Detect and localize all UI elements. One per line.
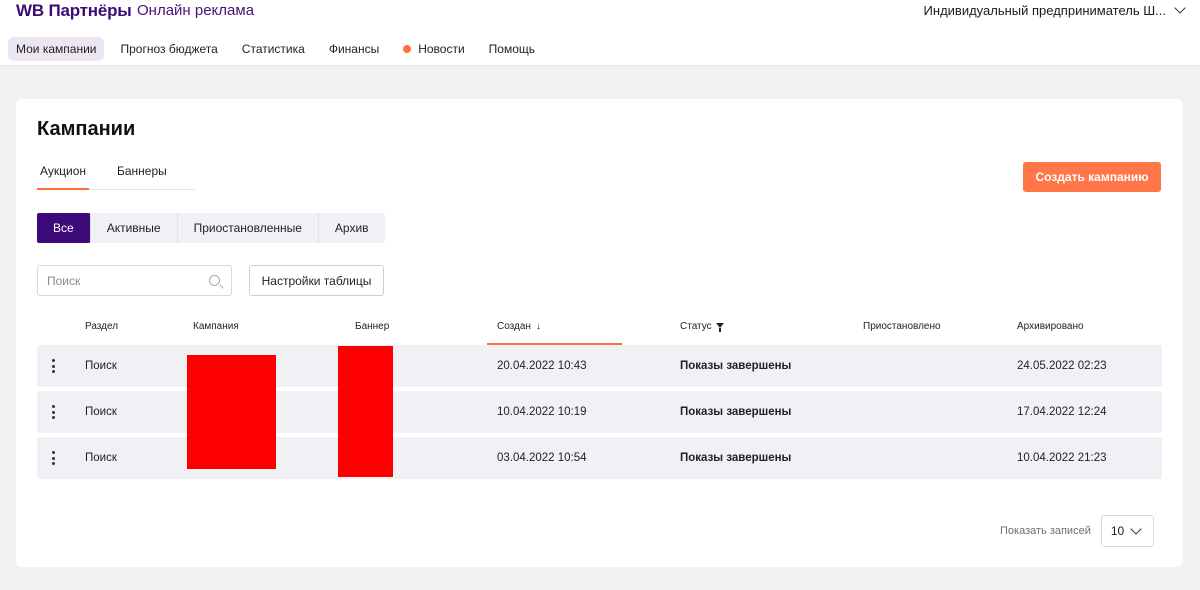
cell-status: Показы завершены	[680, 406, 792, 418]
chevron-down-icon	[1130, 523, 1142, 535]
filter-archive[interactable]: Архив	[319, 213, 385, 243]
nav-item-statistics[interactable]: Статистика	[234, 37, 313, 61]
cell-archived: 10.04.2022 21:23	[1017, 452, 1107, 464]
account-name: Индивидуальный предприниматель Ш...	[923, 3, 1166, 18]
product-name[interactable]: Онлайн реклама	[137, 2, 254, 19]
nav-item-help[interactable]: Помощь	[481, 37, 543, 61]
filter-paused[interactable]: Приостановленные	[178, 213, 319, 243]
cell-status: Показы завершены	[680, 452, 792, 464]
cell-section: Поиск	[85, 452, 117, 464]
search-box	[37, 265, 232, 296]
cell-section: Поиск	[85, 360, 117, 372]
top-bar: WB Партнёры Онлайн реклама Индивидуальны…	[0, 0, 1200, 66]
page-size-label: Показать записей	[1000, 525, 1091, 537]
column-header-paused[interactable]: Приостановлено	[863, 315, 941, 345]
redacted-banner-images	[338, 346, 393, 477]
chevron-down-icon	[1174, 2, 1186, 14]
column-header-section[interactable]: Раздел	[85, 315, 118, 345]
cell-archived: 17.04.2022 12:24	[1017, 406, 1107, 418]
nav-item-campaigns[interactable]: Мои кампании	[8, 37, 105, 61]
column-header-archived[interactable]: Архивировано	[1017, 315, 1084, 345]
campaign-type-tabs: Аукцион Баннеры	[37, 162, 195, 190]
pagination: Показать записей 10	[1000, 515, 1154, 547]
nav-item-finance[interactable]: Финансы	[321, 37, 387, 61]
column-header-created[interactable]: Создан ↓	[487, 315, 622, 345]
account-menu[interactable]: Индивидуальный предприниматель Ш...	[923, 2, 1186, 18]
page-title: Кампании	[37, 118, 136, 140]
main-nav: Мои кампании Прогноз бюджета Статистика …	[8, 36, 551, 62]
nav-item-news-label: Новости	[418, 42, 465, 56]
filter-active[interactable]: Активные	[91, 213, 178, 243]
nav-item-news[interactable]: Новости	[395, 37, 472, 61]
tab-banners[interactable]: Баннеры	[114, 162, 170, 190]
search-input[interactable]	[38, 266, 198, 295]
column-header-banner[interactable]: Баннер	[355, 315, 389, 345]
create-campaign-button[interactable]: Создать кампанию	[1023, 162, 1161, 192]
sort-down-icon: ↓	[535, 321, 541, 332]
table-settings-button[interactable]: Настройки таблицы	[249, 265, 384, 296]
cell-section: Поиск	[85, 406, 117, 418]
status-filter: Все Активные Приостановленные Архив	[37, 213, 385, 243]
column-header-campaign[interactable]: Кампания	[193, 315, 239, 345]
cell-created: 20.04.2022 10:43	[497, 360, 587, 372]
column-header-status[interactable]: Статус	[680, 315, 724, 345]
cell-status: Показы завершены	[680, 360, 792, 372]
page-size-value: 10	[1110, 524, 1125, 538]
brand-logo[interactable]: WB Партнёры	[16, 1, 132, 21]
column-header-status-label: Статус	[680, 321, 712, 332]
campaigns-card: Кампании Аукцион Баннеры Создать кампани…	[16, 99, 1183, 567]
search-icon[interactable]	[209, 275, 220, 286]
redacted-campaign-names	[187, 355, 276, 469]
cell-created: 03.04.2022 10:54	[497, 452, 587, 464]
filter-funnel-icon[interactable]	[715, 323, 724, 332]
nav-item-budget-forecast[interactable]: Прогноз бюджета	[112, 37, 225, 61]
filter-all[interactable]: Все	[37, 213, 91, 243]
row-menu-icon[interactable]	[52, 359, 56, 375]
tab-auction[interactable]: Аукцион	[37, 162, 89, 190]
table-header: Раздел Кампания Баннер Создан ↓ Статус Пр…	[37, 315, 1162, 345]
cell-archived: 24.05.2022 02:23	[1017, 360, 1107, 372]
notification-dot-icon	[403, 45, 412, 53]
cell-created: 10.04.2022 10:19	[497, 406, 587, 418]
row-menu-icon[interactable]	[52, 451, 56, 467]
row-menu-icon[interactable]	[52, 405, 56, 421]
column-header-created-label: Создан	[497, 321, 531, 332]
page-size-select[interactable]: 10	[1100, 515, 1154, 547]
